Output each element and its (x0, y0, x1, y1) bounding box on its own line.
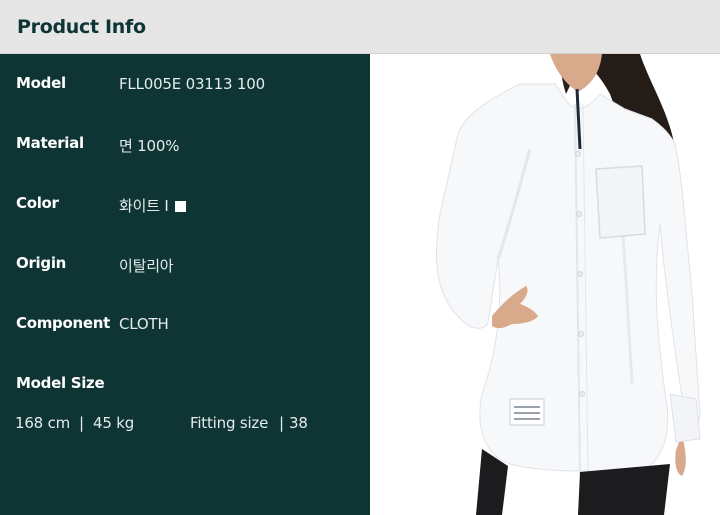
spec-label: Origin (16, 254, 67, 272)
model-size-row: Model Size (0, 374, 370, 398)
section-title: Product Info (17, 16, 146, 38)
spec-row-material: Material 면 100% (0, 134, 370, 158)
spec-row-component: Component CLOTH (0, 314, 370, 338)
product-photo (370, 54, 720, 515)
product-info-panel: Model FLL005E 03113 100 Material 면 100% … (0, 54, 370, 515)
spec-value-wrap: 화이트 I (119, 195, 187, 216)
spec-value: 이탈리아 (119, 257, 174, 275)
model-height: 168 cm (15, 414, 71, 432)
spec-value: 면 100% (119, 137, 180, 155)
fitting-size-value: 38 (289, 414, 308, 432)
spec-row-origin: Origin 이탈리아 (0, 254, 370, 278)
size-separator: | (79, 414, 84, 432)
spec-label: Model (16, 74, 66, 92)
size-separator: | (279, 414, 284, 432)
section-header: Product Info (0, 0, 720, 54)
fitting-size-label: Fitting size (190, 414, 269, 432)
spec-value: FLL005E 03113 100 (119, 75, 265, 93)
spec-label: Material (16, 134, 84, 152)
spec-row-model: Model FLL005E 03113 100 (0, 74, 370, 98)
spec-value: CLOTH (119, 315, 169, 333)
spec-row-color: Color 화이트 I (0, 194, 370, 218)
spec-label: Component (16, 314, 110, 332)
spec-value: 화이트 I (119, 197, 169, 215)
spec-label: Color (16, 194, 59, 212)
model-size-label: Model Size (16, 374, 105, 392)
model-weight: 45 kg (93, 414, 135, 432)
model-wearing-shirt-image (435, 54, 701, 515)
color-swatch (175, 201, 187, 212)
